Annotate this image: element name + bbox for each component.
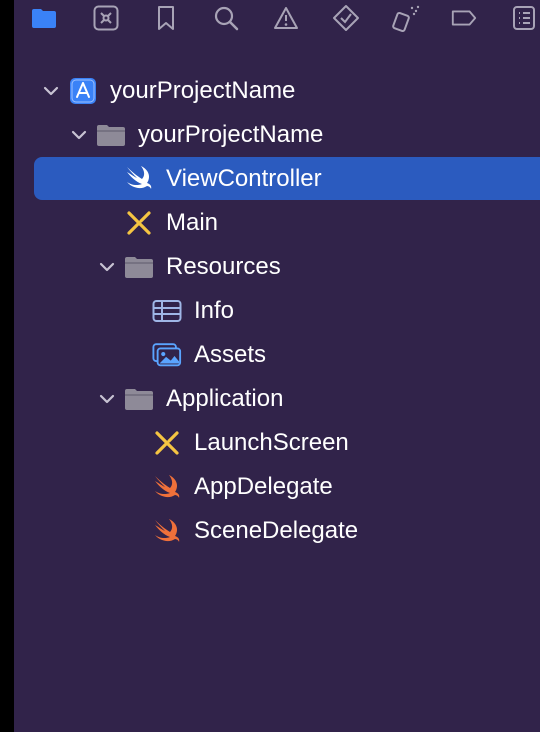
file-label: AppDelegate	[194, 473, 333, 500]
asset-catalog-icon	[152, 342, 182, 368]
tree-row-group[interactable]: yourProjectName	[34, 114, 540, 156]
tree-row-resources[interactable]: Resources	[34, 246, 540, 288]
folder-icon[interactable]	[30, 4, 58, 32]
chevron-down-icon[interactable]	[98, 390, 116, 408]
tree-row-app-delegate[interactable]: AppDelegate	[34, 466, 540, 508]
group-name: yourProjectName	[138, 121, 324, 148]
navigator-panel: yourProjectName yourProjectName ViewCont…	[14, 0, 540, 732]
bookmark-icon[interactable]	[152, 4, 180, 32]
file-label: ViewController	[166, 164, 322, 192]
tree-row-application[interactable]: Application	[34, 378, 540, 420]
xcode-project-icon	[68, 78, 98, 104]
folder-icon	[124, 386, 154, 412]
folder-label: Application	[166, 385, 284, 412]
report-list-icon[interactable]	[510, 4, 538, 32]
folder-icon	[96, 122, 126, 148]
source-control-icon[interactable]	[92, 4, 120, 32]
storyboard-icon	[152, 430, 182, 456]
file-label: SceneDelegate	[194, 517, 359, 544]
warning-icon[interactable]	[272, 4, 300, 32]
search-icon[interactable]	[212, 4, 240, 32]
storyboard-icon	[124, 210, 154, 236]
tree-row-view-controller[interactable]: ViewController	[34, 157, 540, 200]
chevron-down-icon[interactable]	[98, 258, 116, 276]
chevron-down-icon[interactable]	[70, 126, 88, 144]
project-name: yourProjectName	[110, 77, 296, 104]
tree-row-main[interactable]: Main	[34, 202, 540, 244]
tree-row-info[interactable]: Info	[34, 290, 540, 332]
tree-row-launch-screen[interactable]: LaunchScreen	[34, 422, 540, 464]
swift-file-icon	[152, 518, 182, 544]
folder-label: Resources	[166, 253, 281, 280]
breakpoint-icon[interactable]	[450, 4, 478, 32]
file-label: LaunchScreen	[194, 429, 349, 456]
chevron-down-icon[interactable]	[42, 82, 60, 100]
swift-file-icon	[152, 474, 182, 500]
navigator-toolbar	[14, 0, 540, 40]
file-label: Assets	[194, 341, 267, 368]
file-label: Info	[194, 297, 235, 324]
file-label: Main	[166, 209, 219, 236]
test-diamond-icon[interactable]	[332, 4, 360, 32]
tree-row-project[interactable]: yourProjectName	[34, 70, 540, 112]
folder-icon	[124, 254, 154, 280]
debug-spray-icon[interactable]	[392, 4, 420, 32]
plist-table-icon	[152, 298, 182, 324]
swift-file-icon	[124, 165, 154, 191]
tree-row-scene-delegate[interactable]: SceneDelegate	[34, 510, 540, 552]
tree-row-assets[interactable]: Assets	[34, 334, 540, 376]
